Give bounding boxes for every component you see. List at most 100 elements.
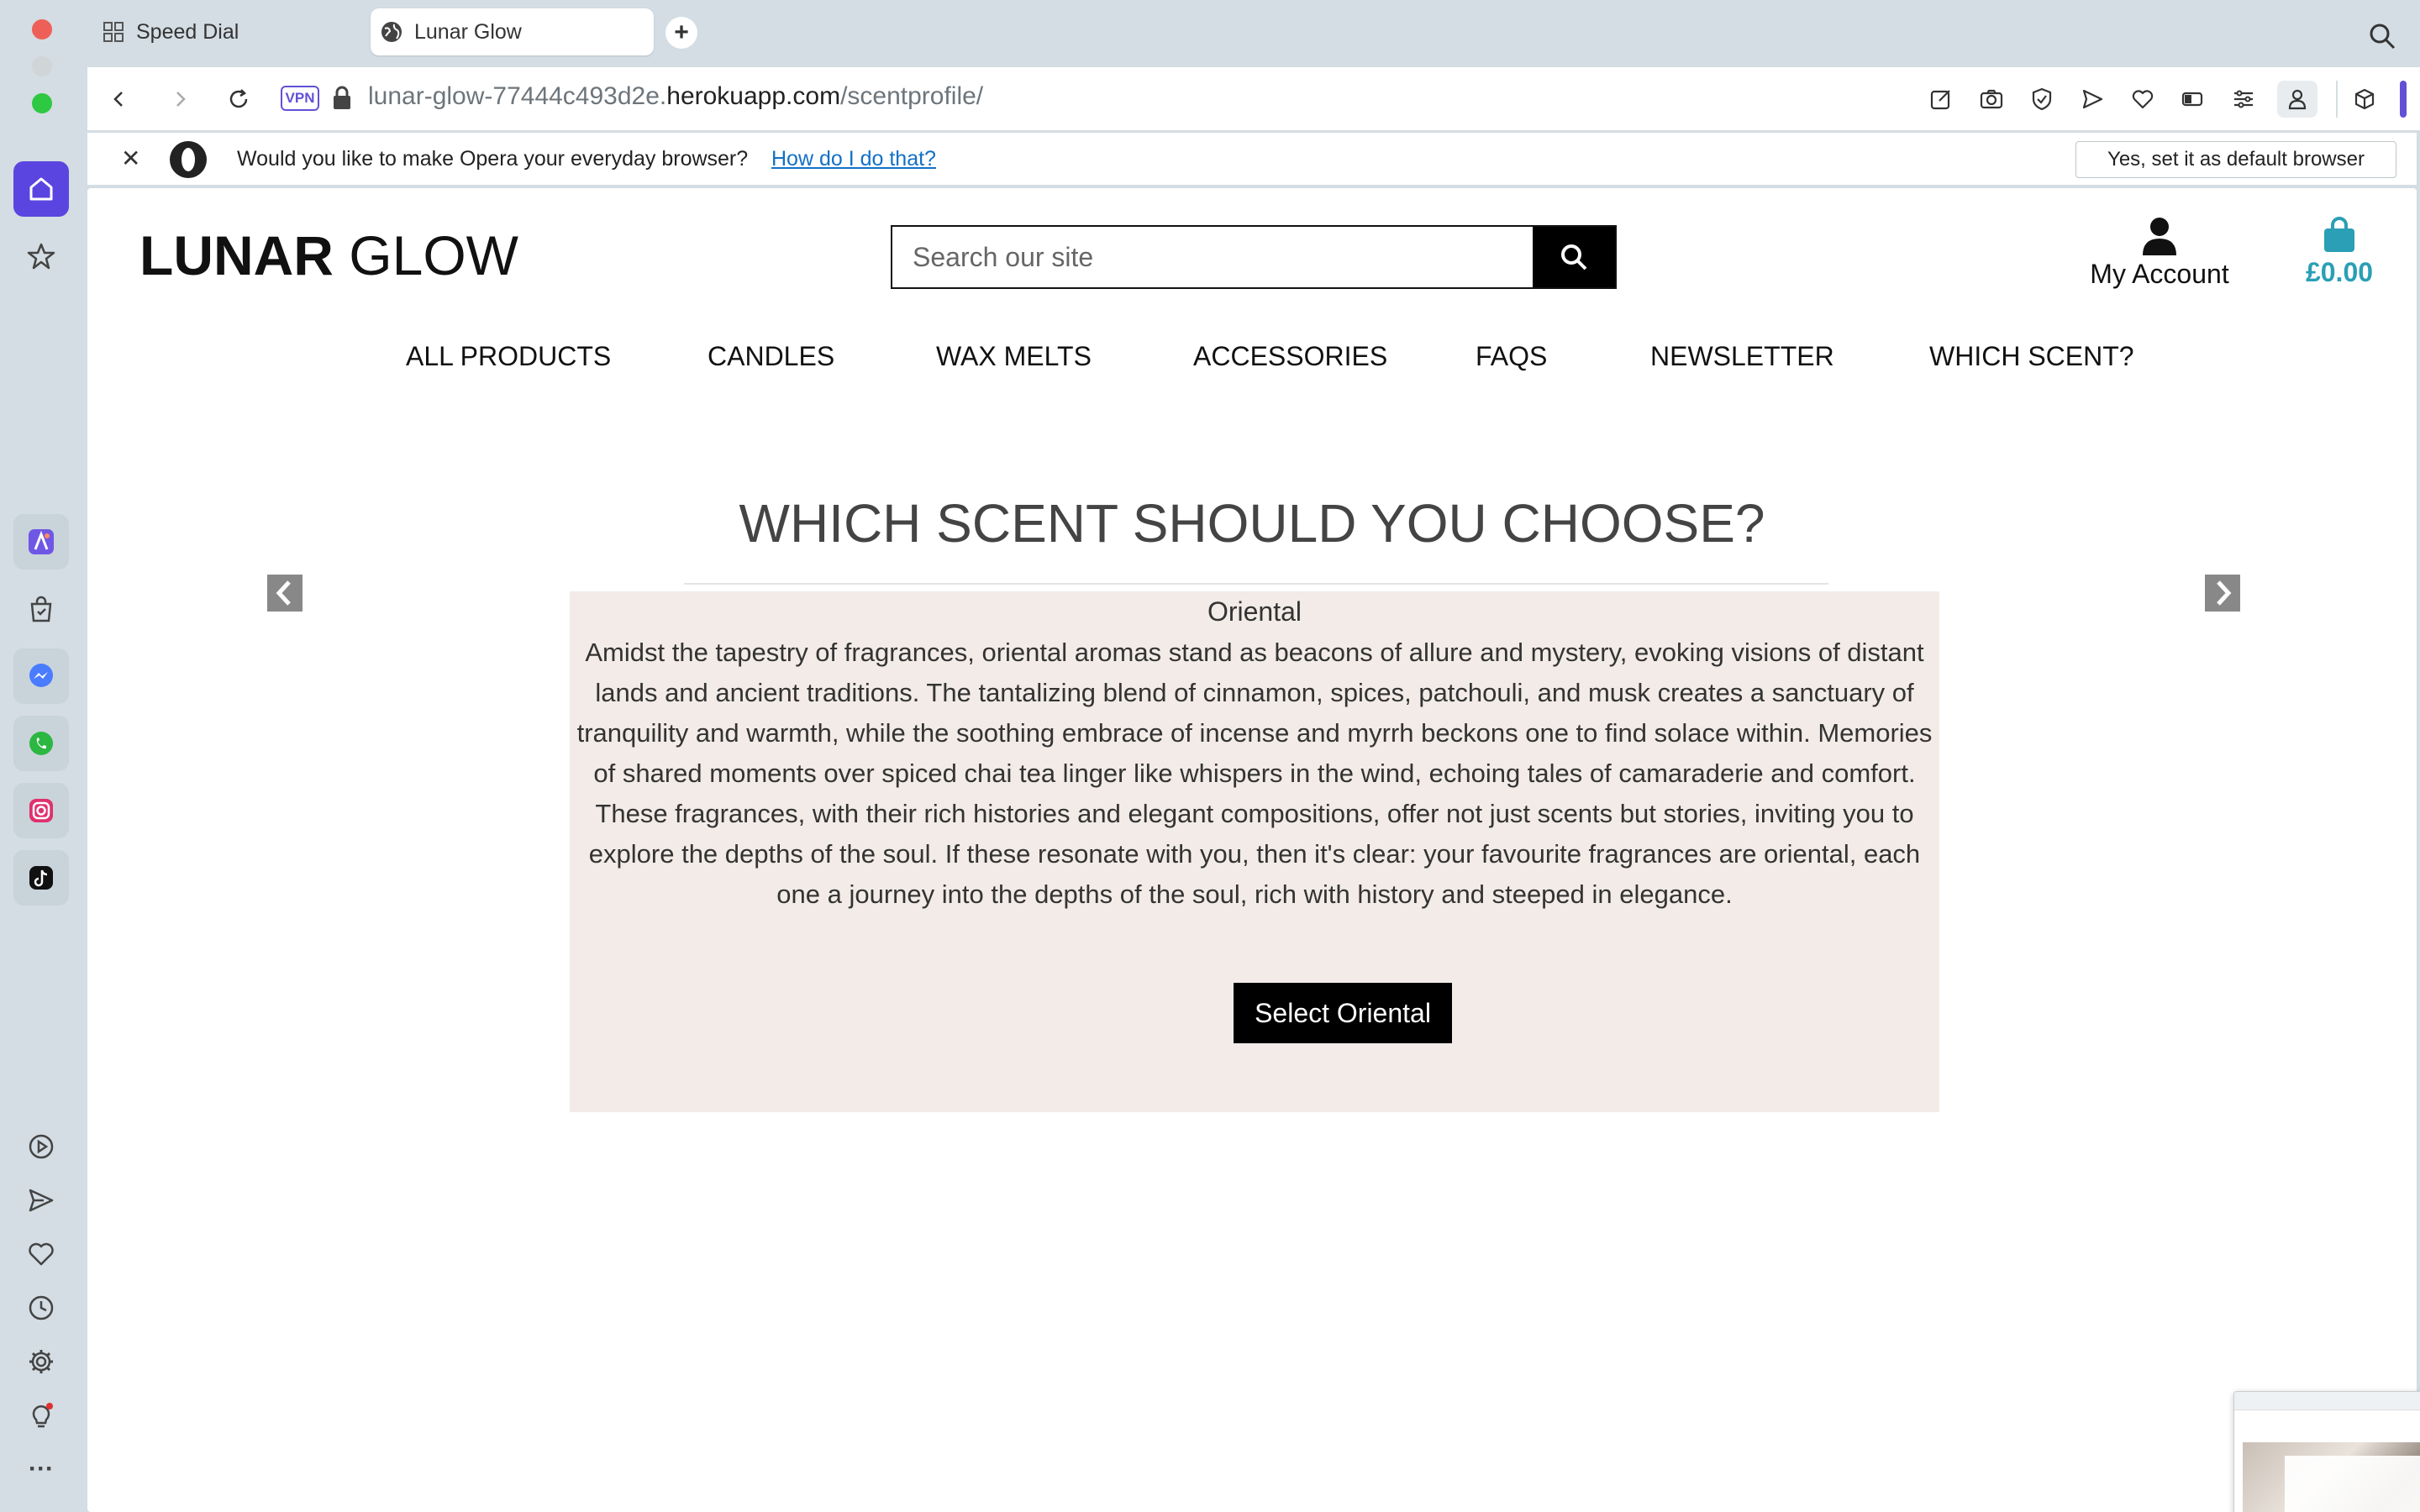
cart-total: £0.00 (2305, 257, 2374, 287)
page-title: WHICH SCENT SHOULD YOU CHOOSE? (739, 493, 1765, 554)
account-label: My Account (2090, 259, 2229, 289)
scent-description: Amidst the tapestry of fragrances, orien… (576, 638, 1933, 909)
sidebar-instagram-button[interactable] (13, 783, 69, 838)
my-account-link[interactable]: My Account (2077, 217, 2242, 290)
lightbulb-icon (32, 1403, 53, 1428)
search-button[interactable] (1533, 227, 1615, 287)
zoom-window-button[interactable] (32, 93, 52, 113)
profile-button[interactable] (2277, 81, 2317, 118)
url-field[interactable]: lunar-glow-77444c493d2e.herokuapp.com/sc… (368, 82, 983, 111)
tab-speed-dial[interactable]: Speed Dial (92, 8, 361, 55)
default-browser-banner: ✕ Would you like to make Opera your ever… (87, 133, 2417, 186)
sidebar-bookmarks-button[interactable] (13, 228, 69, 284)
messenger-icon (29, 664, 53, 687)
sidebar-history-button[interactable] (13, 1280, 69, 1336)
forward-button[interactable] (163, 82, 197, 116)
battery-saver-button[interactable] (2176, 82, 2210, 116)
nav-faqs[interactable]: FAQS (1476, 341, 1547, 372)
screenshot-button[interactable] (1975, 82, 2008, 116)
chevron-right-icon (176, 92, 186, 107)
select-scent-button[interactable]: Select Oriental (1234, 983, 1452, 1043)
how-to-link[interactable]: How do I do that? (771, 147, 936, 171)
snapshot-edit-button[interactable] (1924, 82, 1958, 116)
nav-wax-melts[interactable]: WAX MELTS (936, 341, 1092, 372)
reload-icon (229, 89, 248, 108)
sidebar-flow-button[interactable] (13, 1173, 69, 1228)
banner-message: Would you like to make Opera your everyd… (237, 147, 749, 171)
sidebar-player-button[interactable] (13, 1119, 69, 1174)
chevron-left-icon (113, 92, 123, 107)
aria-icon (29, 529, 54, 554)
nav-candles[interactable]: CANDLES (708, 341, 834, 372)
sidebar-toggle[interactable] (2400, 81, 2407, 118)
browser-window: Speed Dial Lunar Glow + ··· VPN lunar-gl… (0, 0, 2420, 1512)
easy-setup-button[interactable] (2227, 82, 2260, 116)
chevron-right-icon (2217, 580, 2232, 606)
nav-which-scent[interactable]: WHICH SCENT? (1929, 341, 2134, 372)
toolbar-divider (2336, 81, 2338, 118)
tab-lunar-glow[interactable]: Lunar Glow (371, 8, 654, 55)
vpn-badge[interactable]: VPN (281, 86, 319, 111)
thumbnail-toolbar (2234, 1392, 2420, 1410)
search-tabs-icon[interactable] (2368, 22, 2396, 50)
set-default-browser-button[interactable]: Yes, set it as default browser (2075, 141, 2396, 178)
nav-all-products[interactable]: ALL PRODUCTS (406, 341, 611, 372)
edit-icon (1930, 90, 1950, 110)
sidebar-more-button[interactable]: ··· (13, 1441, 69, 1497)
sidebar-whatsapp-button[interactable] (13, 716, 69, 771)
sidebar-shopping-button[interactable] (13, 581, 69, 637)
search-input[interactable] (892, 227, 1539, 287)
chevron-left-icon (276, 580, 291, 606)
favorites-button[interactable] (2126, 82, 2160, 116)
opera-sidebar: ··· (0, 56, 87, 1512)
nav-newsletter[interactable]: NEWSLETTER (1650, 341, 1834, 372)
clock-icon (29, 1295, 54, 1320)
shopping-bag-icon (2324, 217, 2354, 252)
nav-accessories[interactable]: ACCESSORIES (1193, 341, 1387, 372)
user-icon (2143, 218, 2176, 255)
extensions-button[interactable] (2348, 82, 2381, 116)
sidebar-tiktok-button[interactable] (13, 850, 69, 906)
thumbnail-newsletter-box (2285, 1456, 2420, 1512)
site-search-form (891, 225, 1617, 289)
lock-icon[interactable] (329, 84, 355, 113)
reload-button[interactable] (222, 82, 255, 116)
scent-card: Oriental Amidst the tapestry of fragranc… (570, 591, 1939, 1112)
url-host: herokuapp.com (666, 82, 841, 110)
web-page: LUNAR GLOW My Account £0.00 ALL PRODUCTS… (87, 188, 2420, 1512)
carousel-next-button[interactable] (2205, 575, 2240, 612)
tab-bar: Speed Dial Lunar Glow + (0, 0, 2420, 67)
sidebar-aria-button[interactable] (13, 514, 69, 570)
sidebar-home-button[interactable] (13, 161, 69, 217)
carousel-prev-button[interactable] (267, 575, 302, 612)
logo-bold: LUNAR (139, 224, 334, 286)
shield-icon (2032, 87, 2052, 111)
minimize-window-button[interactable] (32, 56, 52, 76)
new-tab-button[interactable]: + (666, 17, 697, 49)
flow-button[interactable] (2075, 82, 2109, 116)
sidebar-tips-button[interactable] (13, 1388, 69, 1443)
cart-link[interactable]: £0.00 (2289, 217, 2390, 288)
opera-logo-icon (170, 141, 207, 178)
user-icon (2288, 89, 2307, 110)
adblock-button[interactable] (2025, 82, 2059, 116)
address-bar: VPN lunar-glow-77444c493d2e.herokuapp.co… (87, 67, 2420, 131)
close-icon[interactable]: ✕ (121, 144, 140, 172)
globe-icon (379, 19, 404, 45)
sidebar-favorites-button[interactable] (13, 1226, 69, 1282)
send-icon (2082, 89, 2103, 109)
sliders-icon (2234, 90, 2253, 108)
tab-label: Lunar Glow (414, 19, 522, 44)
sidebar-settings-button[interactable] (13, 1334, 69, 1389)
site-logo[interactable]: LUNAR GLOW (139, 223, 518, 287)
url-prefix: lunar-glow-77444c493d2e. (368, 82, 667, 110)
tab-preview-thumbnail[interactable] (2233, 1391, 2420, 1512)
home-icon (29, 177, 53, 201)
close-window-button[interactable] (32, 19, 52, 39)
grid-icon (101, 19, 126, 45)
back-button[interactable] (103, 82, 136, 116)
heart-icon (29, 1242, 54, 1266)
star-icon (27, 243, 55, 270)
sidebar-messenger-button[interactable] (13, 648, 69, 704)
gear-icon (29, 1350, 53, 1373)
